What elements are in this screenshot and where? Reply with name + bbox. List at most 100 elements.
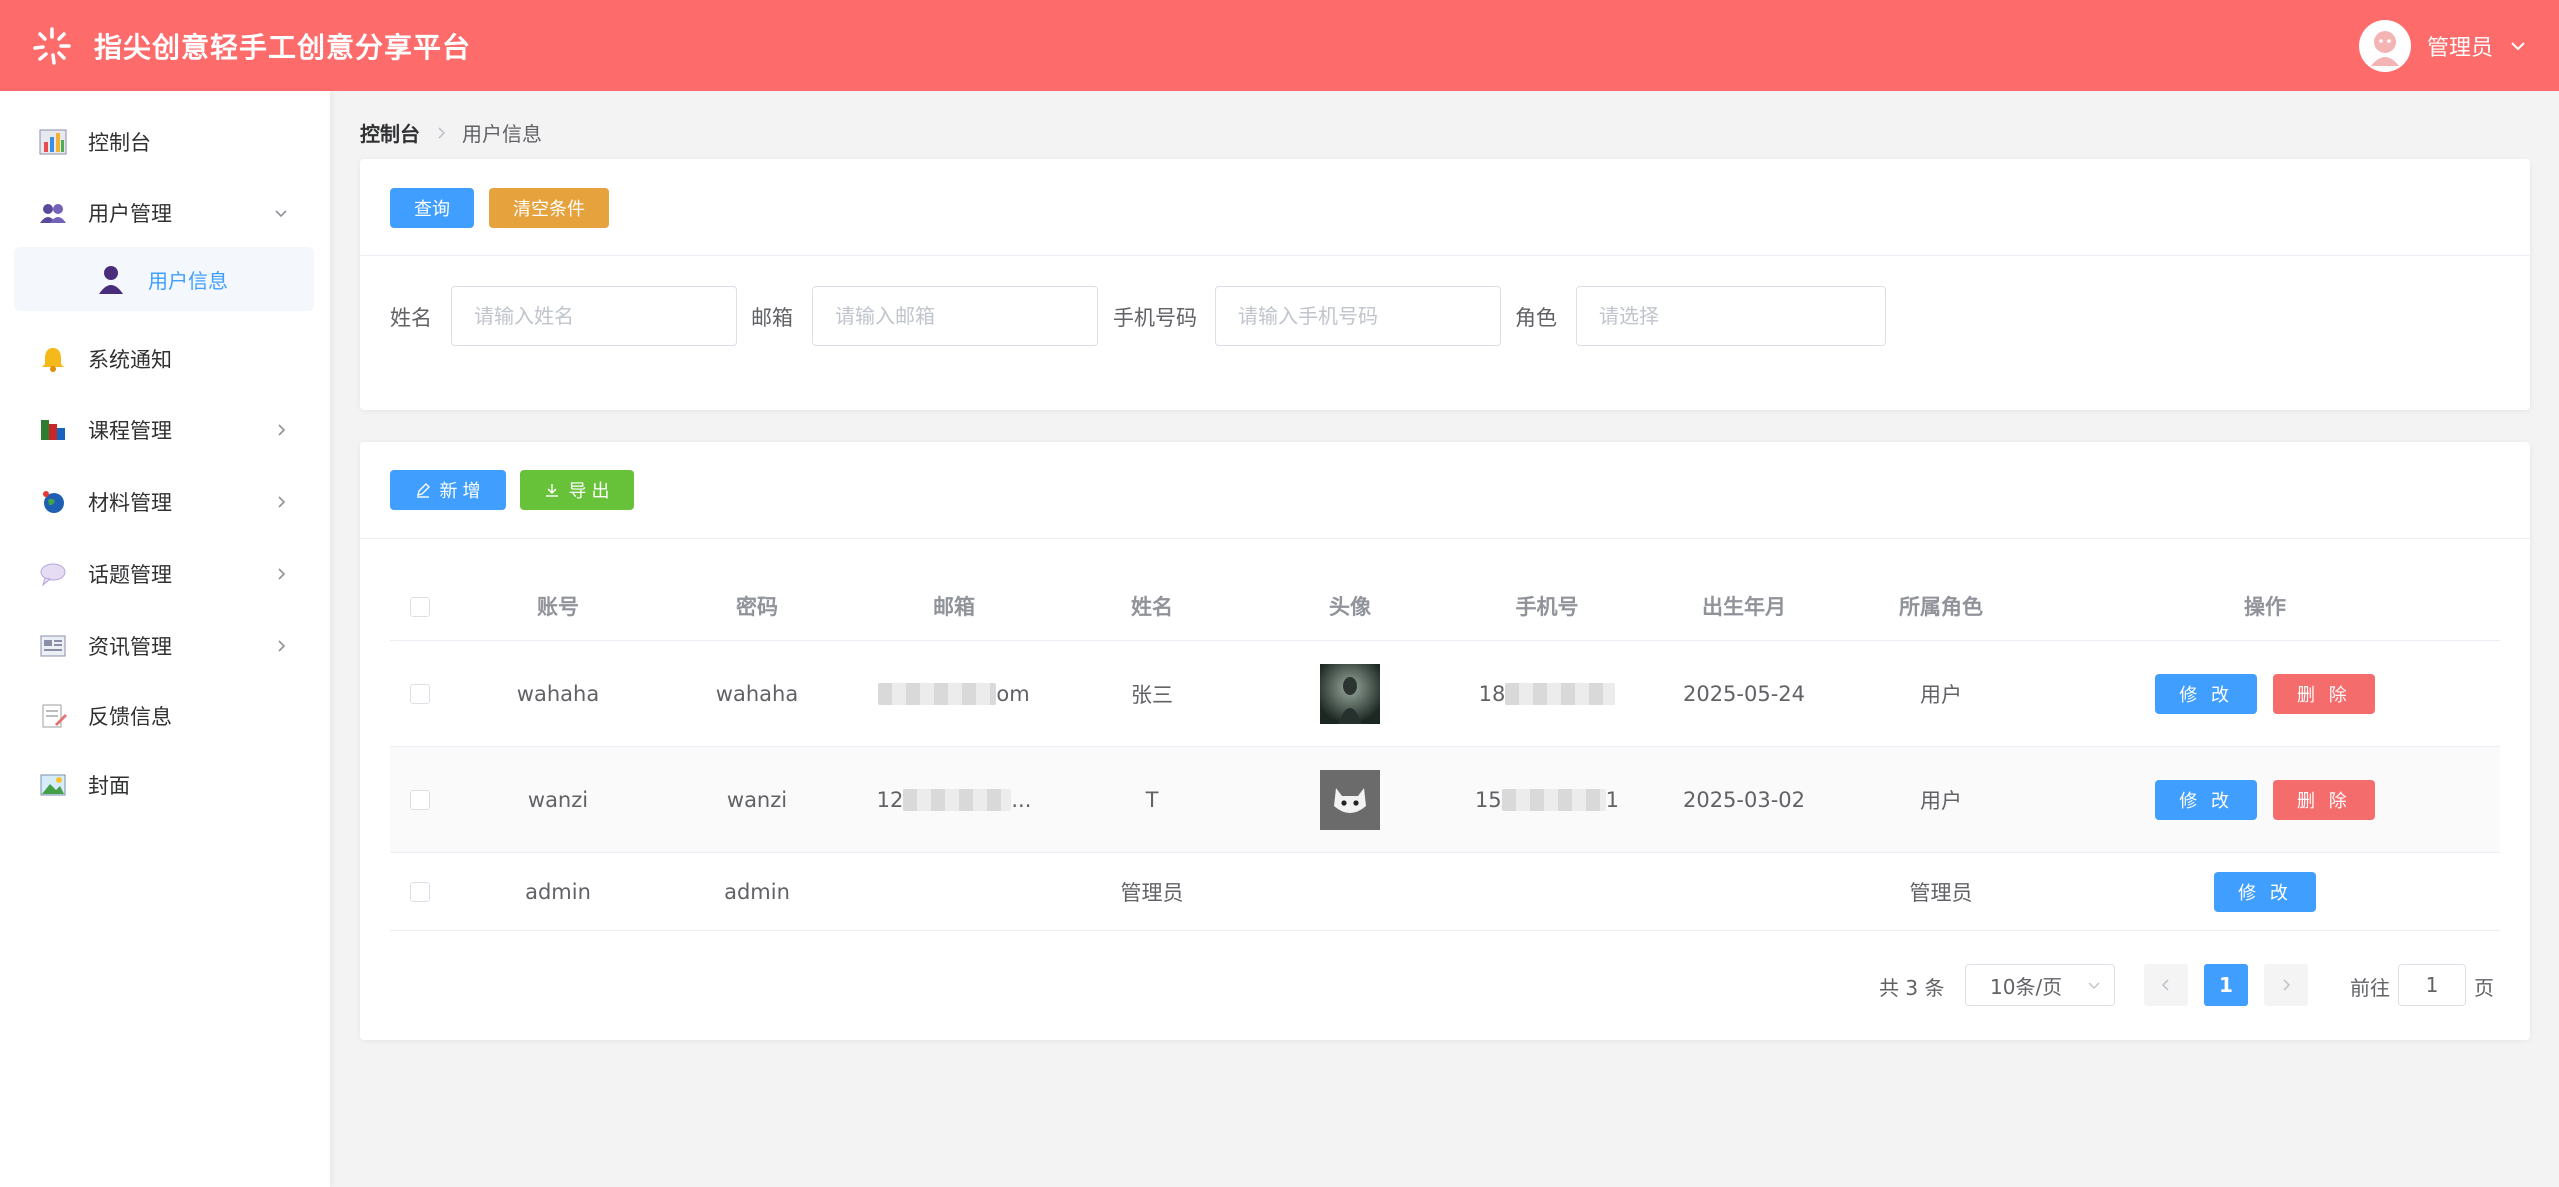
table-header: 账号 密码 邮箱 姓名 头像 手机号 出生年月 所属角色 操作 bbox=[390, 573, 2500, 641]
pencil-icon bbox=[417, 483, 431, 498]
email-cell bbox=[848, 853, 1060, 930]
sidebar-item-materials[interactable]: 材料管理 bbox=[0, 472, 330, 532]
role-label: 角色 bbox=[1515, 306, 1557, 330]
breadcrumb-root[interactable]: 控制台 bbox=[360, 118, 420, 147]
birth-cell: 2025-03-02 bbox=[1682, 787, 1806, 812]
sidebar-item-news[interactable]: 资讯管理 bbox=[0, 616, 330, 676]
role-cell: 用户 bbox=[1920, 682, 1962, 707]
redacted-mosaic bbox=[878, 682, 997, 705]
delete-button[interactable]: 删 除 bbox=[2273, 673, 2375, 714]
sidebar-item-topics[interactable]: 话题管理 bbox=[0, 544, 330, 604]
avatar-thumbnail[interactable] bbox=[1320, 663, 1380, 724]
name-cell: 张三 bbox=[1131, 682, 1173, 707]
role-select[interactable] bbox=[1576, 286, 1886, 346]
chart-icon bbox=[38, 127, 68, 157]
sidebar-item-label: 用户管理 bbox=[88, 202, 172, 226]
sidebar-item-user-info[interactable]: 用户信息 bbox=[14, 247, 314, 311]
column-header[interactable]: 姓名 bbox=[1060, 573, 1244, 641]
pagination-total: 共 3 条 bbox=[1879, 976, 1945, 1000]
password-cell: admin bbox=[724, 879, 790, 904]
redacted-mosaic bbox=[1501, 788, 1606, 811]
image-icon bbox=[38, 770, 68, 800]
table-row[interactable]: wahaha wahaha om 张三 18 2025-05-24 用户 修 改… bbox=[390, 641, 2500, 747]
sidebar-item-label: 封面 bbox=[88, 774, 130, 798]
search-panel bbox=[360, 159, 2530, 410]
breadcrumb: 控制台 用户信息 bbox=[360, 118, 542, 147]
goto-page-input[interactable] bbox=[2398, 964, 2466, 1006]
chevron-down-icon bbox=[2088, 982, 2100, 990]
sidebar-item-cover[interactable]: 封面 bbox=[0, 755, 330, 815]
table-row[interactable]: wanzi wanzi 12... T 15 1 2025-03-02 用户 修 … bbox=[390, 747, 2500, 853]
sidebar-item-label: 系统通知 bbox=[88, 348, 172, 372]
account-cell: wanzi bbox=[527, 787, 589, 812]
export-button[interactable]: 导 出 bbox=[520, 470, 634, 510]
edit-button[interactable]: 修 改 bbox=[2214, 871, 2316, 912]
password-cell: wahaha bbox=[715, 681, 799, 706]
select-all-checkbox[interactable] bbox=[410, 597, 430, 617]
chevron-left-icon bbox=[2161, 979, 2169, 991]
delete-button[interactable]: 删 除 bbox=[2273, 779, 2375, 820]
redacted-mosaic bbox=[1505, 682, 1616, 705]
clear-filters-button[interactable]: 清空条件 bbox=[489, 188, 609, 228]
password-cell: wanzi bbox=[726, 787, 788, 812]
sidebar: 控制台 用户管理 用户信息 系统通知 课程管理 材料管理 话题管理 资讯管理 反… bbox=[0, 91, 330, 1187]
chevron-down-icon[interactable] bbox=[2509, 37, 2527, 55]
user-name[interactable]: 管理员 bbox=[2427, 30, 2493, 62]
phone-input[interactable] bbox=[1215, 286, 1501, 346]
column-header[interactable]: 出生年月 bbox=[1638, 573, 1850, 641]
page-size-value: 10条/页 bbox=[1990, 974, 2063, 999]
sidebar-item-user-management[interactable]: 用户管理 bbox=[0, 183, 330, 243]
column-header[interactable]: 密码 bbox=[666, 573, 848, 641]
query-button[interactable]: 查询 bbox=[390, 188, 474, 228]
prev-page-button[interactable] bbox=[2144, 964, 2188, 1006]
email-label: 邮箱 bbox=[751, 306, 793, 330]
page-size-select[interactable]: 10条/页 bbox=[1965, 964, 2115, 1006]
column-header[interactable]: 手机号 bbox=[1456, 573, 1638, 641]
sidebar-item-courses[interactable]: 课程管理 bbox=[0, 400, 330, 460]
sidebar-item-dashboard[interactable]: 控制台 bbox=[0, 112, 330, 172]
phone-visible-start: 15 bbox=[1474, 787, 1502, 812]
page-number-button[interactable]: 1 bbox=[2204, 964, 2248, 1006]
next-page-button[interactable] bbox=[2264, 964, 2308, 1006]
row-checkbox[interactable] bbox=[410, 789, 430, 810]
chevron-right-icon bbox=[278, 424, 286, 436]
role-cell: 用户 bbox=[1920, 788, 1962, 813]
books-icon bbox=[38, 415, 68, 445]
sidebar-item-label: 用户信息 bbox=[148, 268, 228, 293]
sidebar-item-label: 话题管理 bbox=[88, 563, 172, 587]
column-header[interactable]: 邮箱 bbox=[848, 573, 1060, 641]
add-button[interactable]: 新 增 bbox=[390, 470, 506, 510]
export-button-label: 导 出 bbox=[568, 481, 610, 501]
edit-button[interactable]: 修 改 bbox=[2155, 779, 2257, 820]
birth-cell bbox=[1638, 853, 1850, 930]
name-cell: T bbox=[1145, 787, 1159, 812]
avatar[interactable] bbox=[2358, 19, 2411, 72]
role-cell: 管理员 bbox=[1909, 880, 1973, 905]
column-header: 操作 bbox=[2244, 595, 2286, 619]
row-select-cell bbox=[390, 747, 450, 852]
user-menu[interactable]: 管理员 bbox=[2358, 19, 2527, 72]
sidebar-item-label: 资讯管理 bbox=[88, 635, 172, 659]
edit-button[interactable]: 修 改 bbox=[2155, 673, 2257, 714]
sidebar-item-feedback[interactable]: 反馈信息 bbox=[0, 686, 330, 746]
page-suffix-label: 页 bbox=[2474, 976, 2494, 1000]
column-header[interactable]: 所属角色 bbox=[1850, 573, 2032, 641]
name-input[interactable] bbox=[451, 286, 737, 346]
sidebar-item-label: 课程管理 bbox=[88, 419, 172, 443]
email-visible-end: ... bbox=[1011, 787, 1032, 812]
row-checkbox[interactable] bbox=[410, 881, 430, 902]
brand: 指尖创意轻手工创意分享平台 bbox=[32, 26, 471, 66]
chevron-right-icon bbox=[2283, 979, 2291, 991]
column-header[interactable]: 头像 bbox=[1244, 573, 1456, 641]
redacted-mosaic bbox=[903, 788, 1012, 811]
avatar-face-icon bbox=[2370, 30, 2399, 66]
sidebar-item-notifications[interactable]: 系统通知 bbox=[0, 329, 330, 389]
email-visible-end: om bbox=[996, 681, 1030, 706]
feedback-icon bbox=[38, 701, 68, 731]
avatar-thumbnail[interactable] bbox=[1320, 769, 1380, 830]
column-header[interactable]: 账号 bbox=[450, 573, 666, 641]
table-row[interactable]: admin admin 管理员 管理员 修 改 bbox=[390, 853, 2500, 931]
email-input[interactable] bbox=[812, 286, 1098, 346]
row-checkbox[interactable] bbox=[410, 683, 430, 704]
avatar-cell bbox=[1244, 641, 1456, 746]
